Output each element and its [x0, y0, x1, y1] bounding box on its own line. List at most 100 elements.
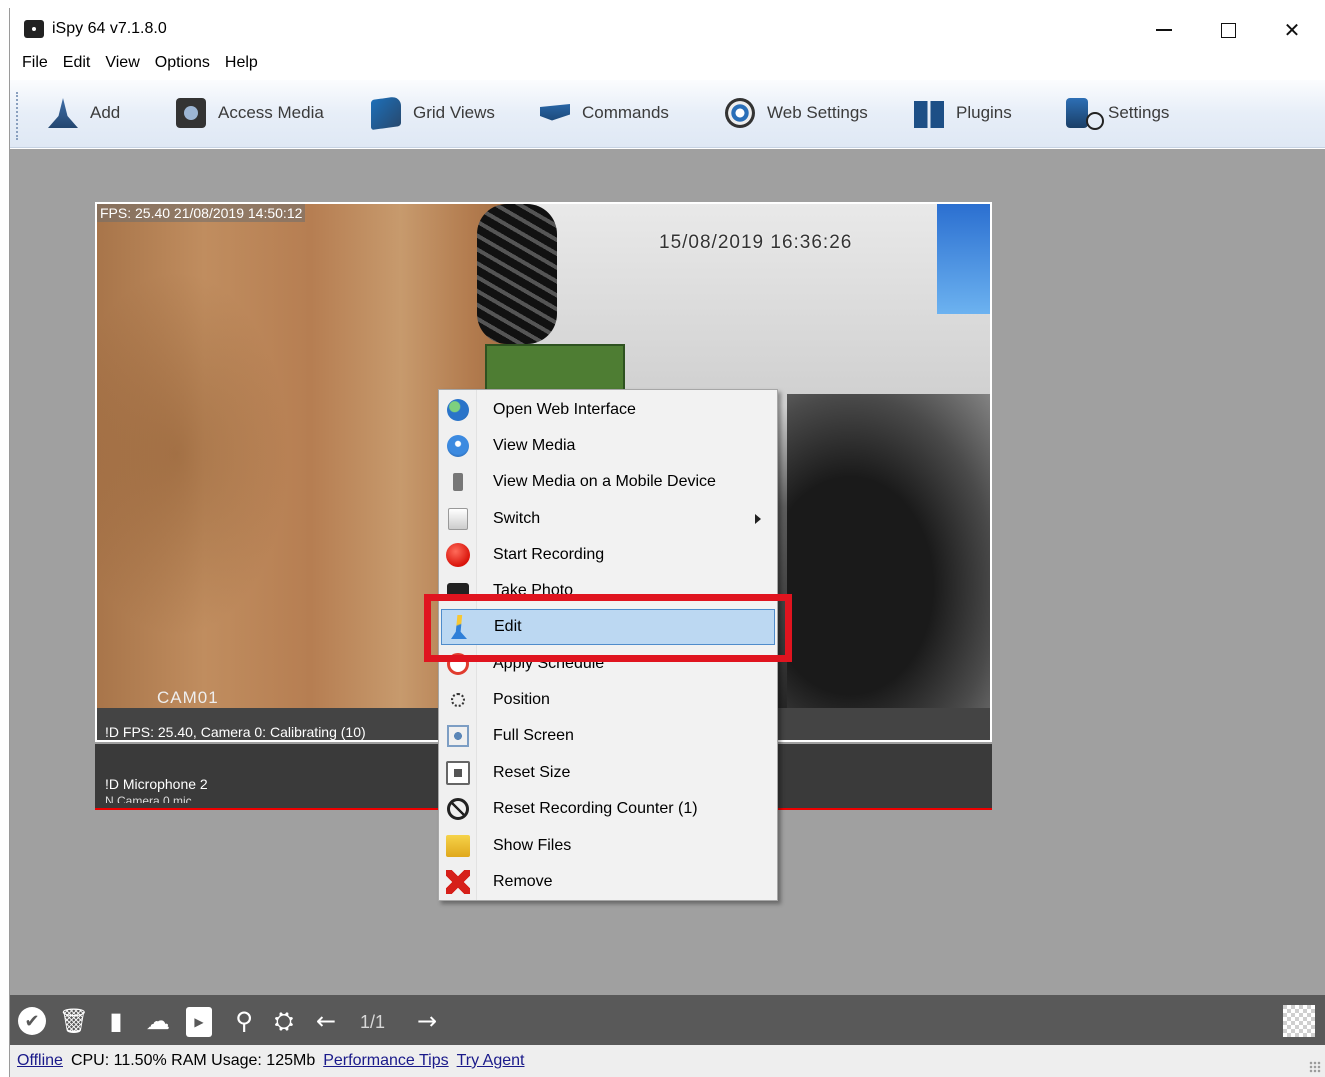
record-icon	[446, 543, 470, 567]
add-button[interactable]: Add	[48, 94, 120, 132]
menu-item-position[interactable]: Position	[441, 682, 775, 718]
menu-item-reset-recording-counter[interactable]: Reset Recording Counter (1)	[441, 791, 775, 827]
settings-label: Settings	[1108, 103, 1170, 122]
arrow-right-icon[interactable]: →	[413, 1007, 441, 1035]
grid-views-icon	[371, 95, 401, 131]
folder-icon	[446, 835, 470, 857]
menu-file[interactable]: File	[16, 52, 57, 78]
access-media-label: Access Media	[218, 103, 324, 122]
search-icon[interactable]: ⚲	[230, 1007, 258, 1035]
maximize-icon	[1220, 22, 1236, 38]
menu-item-label: Switch	[493, 510, 541, 527]
context-menu: Open Web Interface View Media View Media…	[438, 389, 778, 901]
toolbar-grip[interactable]	[16, 92, 18, 140]
position-icon	[451, 693, 465, 707]
web-settings-label: Web Settings	[767, 103, 868, 122]
menu-item-label: View Media on a Mobile Device	[493, 473, 716, 490]
network-icon[interactable]: ⛭	[270, 1007, 298, 1035]
camera-name-overlay: CAM01	[157, 688, 219, 707]
menu-item-label: Take Photo	[493, 582, 574, 599]
camera-osd-fps: FPS: 25.40 21/08/2019 14:50:12	[97, 204, 306, 222]
menu-item-view-media-mobile[interactable]: View Media on a Mobile Device	[441, 464, 775, 500]
try-agent-link[interactable]: Try Agent	[457, 1052, 525, 1070]
plugins-button[interactable]: Plugins	[914, 94, 1012, 132]
grid-views-label: Grid Views	[413, 103, 495, 122]
bottom-toolbar: ✔ 🗑 ▮ ☁ ▶ ⚲ ⛭ ← 1/1 →	[10, 995, 1325, 1045]
menu-item-label: Remove	[493, 873, 553, 890]
menu-item-apply-schedule[interactable]: Apply Schedule	[441, 646, 775, 682]
menu-item-show-files[interactable]: Show Files	[441, 828, 775, 864]
menu-item-label: Position	[493, 691, 550, 708]
web-settings-icon	[725, 98, 755, 128]
maximize-button[interactable]	[1200, 12, 1256, 48]
youtube-icon[interactable]: ▶	[186, 1007, 212, 1037]
schedule-icon	[447, 653, 469, 675]
minimize-icon	[1156, 29, 1172, 31]
camera-icon	[447, 583, 469, 599]
grid-views-button[interactable]: Grid Views	[371, 94, 495, 132]
ispy-app-icon	[24, 20, 44, 38]
arrow-left-icon[interactable]: ←	[312, 1007, 340, 1035]
close-button[interactable]: ✕	[1264, 12, 1320, 48]
commands-label: Commands	[582, 103, 669, 122]
menu-item-label: Open Web Interface	[493, 401, 636, 418]
menu-item-label: Show Files	[493, 837, 572, 854]
commands-icon	[540, 104, 570, 121]
add-label: Add	[90, 103, 121, 122]
microphone-sub-label: N Camera 0 mic	[105, 794, 192, 803]
commands-button[interactable]: Commands	[540, 94, 669, 132]
remove-icon	[446, 870, 470, 894]
menu-options[interactable]: Options	[149, 52, 219, 78]
menu-item-label: Edit	[494, 618, 522, 635]
menu-item-full-screen[interactable]: Full Screen	[441, 718, 775, 754]
menu-item-open-web-interface[interactable]: Open Web Interface	[441, 392, 775, 428]
reset-size-icon	[446, 761, 470, 785]
menu-edit[interactable]: Edit	[57, 52, 100, 78]
web-settings-button[interactable]: Web Settings	[725, 94, 868, 132]
resize-grip[interactable]	[1309, 1061, 1321, 1073]
no-entry-icon	[447, 798, 469, 820]
menu-item-label: Full Screen	[493, 727, 574, 744]
access-media-icon	[176, 98, 206, 128]
mobile-icon	[453, 473, 463, 491]
check-icon[interactable]: ✔	[18, 1007, 46, 1035]
trash-icon[interactable]: 🗑	[59, 1007, 89, 1035]
submenu-arrow-icon	[755, 514, 761, 524]
menu-item-label: Start Recording	[493, 546, 605, 563]
menu-item-view-media[interactable]: View Media	[441, 428, 775, 464]
plugins-icon	[914, 101, 944, 128]
status-bar: Offline CPU: 11.50% RAM Usage: 125Mb Per…	[10, 1045, 1325, 1077]
fullscreen-icon	[447, 725, 469, 747]
access-media-button[interactable]: Access Media	[176, 94, 324, 132]
microphone-label: !D Microphone 2	[105, 776, 208, 792]
camera-osd-timestamp: 15/08/2019 16:36:26	[659, 232, 853, 253]
menu-item-switch[interactable]: Switch	[441, 501, 775, 537]
feed-cable	[477, 204, 557, 344]
settings-icon	[1066, 98, 1104, 130]
feed-window	[937, 204, 990, 314]
title-bar: iSpy 64 v7.1.8.0 ✕	[10, 8, 1325, 50]
close-icon: ✕	[1283, 19, 1301, 42]
bookmark-icon[interactable]: ▮	[102, 1007, 130, 1035]
switch-icon	[448, 508, 468, 530]
menu-help[interactable]: Help	[219, 52, 267, 78]
minimize-button[interactable]	[1136, 12, 1192, 48]
menu-item-start-recording[interactable]: Start Recording	[441, 537, 775, 573]
menu-item-label: Reset Recording Counter (1)	[493, 800, 698, 817]
view-media-icon	[447, 435, 469, 457]
menu-item-edit[interactable]: Edit	[441, 609, 775, 645]
feed-dark-region	[787, 394, 990, 708]
edit-icon	[451, 615, 467, 639]
cloud-upload-icon[interactable]: ☁	[144, 1007, 172, 1035]
menu-item-take-photo[interactable]: Take Photo	[441, 573, 775, 609]
menu-item-remove[interactable]: Remove	[441, 864, 775, 900]
menu-item-reset-size[interactable]: Reset Size	[441, 755, 775, 791]
main-toolbar: Add Access Media Grid Views Commands Web…	[10, 80, 1325, 148]
settings-button[interactable]: Settings	[1066, 94, 1169, 132]
system-stats: CPU: 11.50% RAM Usage: 125Mb	[70, 1052, 316, 1069]
menu-view[interactable]: View	[99, 52, 148, 78]
performance-tips-link[interactable]: Performance Tips	[323, 1052, 448, 1070]
offline-link[interactable]: Offline	[17, 1052, 63, 1070]
thumbnail-icon[interactable]	[1283, 1005, 1315, 1037]
window-title: iSpy 64 v7.1.8.0	[52, 20, 167, 37]
